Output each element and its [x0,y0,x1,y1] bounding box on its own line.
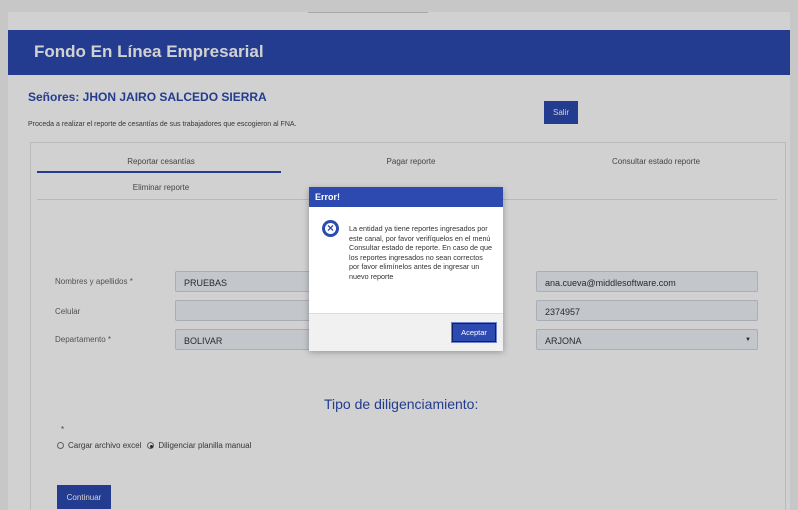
aceptar-button[interactable]: Aceptar [452,323,496,342]
dialog-message: La entidad ya tiene reportes ingresados … [349,224,493,281]
error-dialog: Error! La entidad ya tiene reportes ingr… [309,187,503,351]
dialog-footer: Aceptar [309,313,503,351]
dialog-header: Error! [309,187,503,207]
error-circle-x-icon [322,220,339,237]
dialog-title: Error! [315,192,341,202]
